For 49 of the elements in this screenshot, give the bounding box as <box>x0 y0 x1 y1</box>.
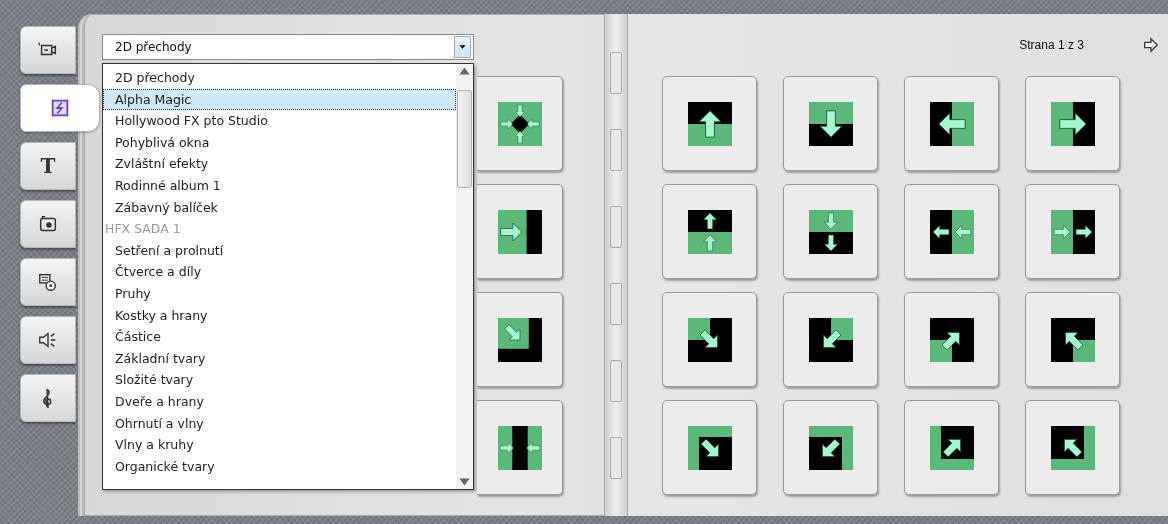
page-indicator: Strana 1 z 3 <box>1019 38 1084 52</box>
transition-thumbnail[interactable] <box>1025 184 1120 279</box>
sidebar-tab[interactable] <box>20 374 76 422</box>
transition-thumbnail[interactable] <box>662 184 757 279</box>
right-arrows-icon <box>1050 209 1095 254</box>
scrollbar[interactable] <box>456 64 473 489</box>
transition-thumbnail[interactable] <box>904 76 999 171</box>
binder-ring <box>610 205 622 248</box>
transition-thumbnail[interactable] <box>1025 76 1120 171</box>
binder-ring <box>610 128 622 171</box>
transition-thumbnail[interactable] <box>783 400 878 495</box>
transition-thumbnail[interactable] <box>477 184 563 279</box>
transition-thumbnail[interactable] <box>477 76 563 171</box>
sidebar-tab[interactable]: T <box>20 142 76 190</box>
list-option[interactable]: Alpha Magic <box>103 88 456 111</box>
transition-thumbnail[interactable] <box>904 292 999 387</box>
list-group-header: HFX SADA 1 <box>104 220 182 239</box>
left-arrows-icon <box>929 209 974 254</box>
binder-ring <box>610 51 622 94</box>
up-arrows-icon <box>687 209 732 254</box>
transition-thumbnail[interactable] <box>1025 400 1120 495</box>
transition-thumbnail[interactable] <box>904 184 999 279</box>
transition-icon <box>49 97 71 119</box>
down-arrows-icon <box>808 209 853 254</box>
transition-thumbnail[interactable] <box>783 76 878 171</box>
transition-thumbnail[interactable] <box>662 400 757 495</box>
sidebar-tab[interactable] <box>20 316 76 364</box>
disc-menu-icon <box>37 271 59 293</box>
scrollbar-thumb[interactable] <box>457 90 472 188</box>
transition-thumbnail[interactable] <box>662 292 757 387</box>
converging-arrows-icon <box>498 425 542 470</box>
sidebar-tab[interactable] <box>20 26 76 74</box>
transition-thumbnail[interactable] <box>477 400 563 495</box>
next-page-icon[interactable] <box>1142 36 1160 54</box>
converging-arrows-icon <box>498 101 542 146</box>
transition-thumbnail[interactable] <box>783 292 878 387</box>
transition-thumbnail[interactable] <box>662 76 757 171</box>
sidebar-tab[interactable] <box>20 84 100 132</box>
transition-thumbnail[interactable] <box>783 184 878 279</box>
sidebar-tab[interactable] <box>20 258 76 306</box>
transition-thumbnail[interactable] <box>477 292 563 387</box>
binder-ring <box>610 436 622 479</box>
category-dropdown[interactable]: 2D přechody <box>102 34 474 60</box>
sidebar-tab[interactable] <box>20 200 76 248</box>
transition-thumbnail[interactable] <box>904 400 999 495</box>
title-tab-label: T <box>40 154 56 178</box>
binder-ring <box>610 359 622 402</box>
binder-ring <box>610 282 622 325</box>
transition-thumbnail[interactable] <box>1025 292 1120 387</box>
